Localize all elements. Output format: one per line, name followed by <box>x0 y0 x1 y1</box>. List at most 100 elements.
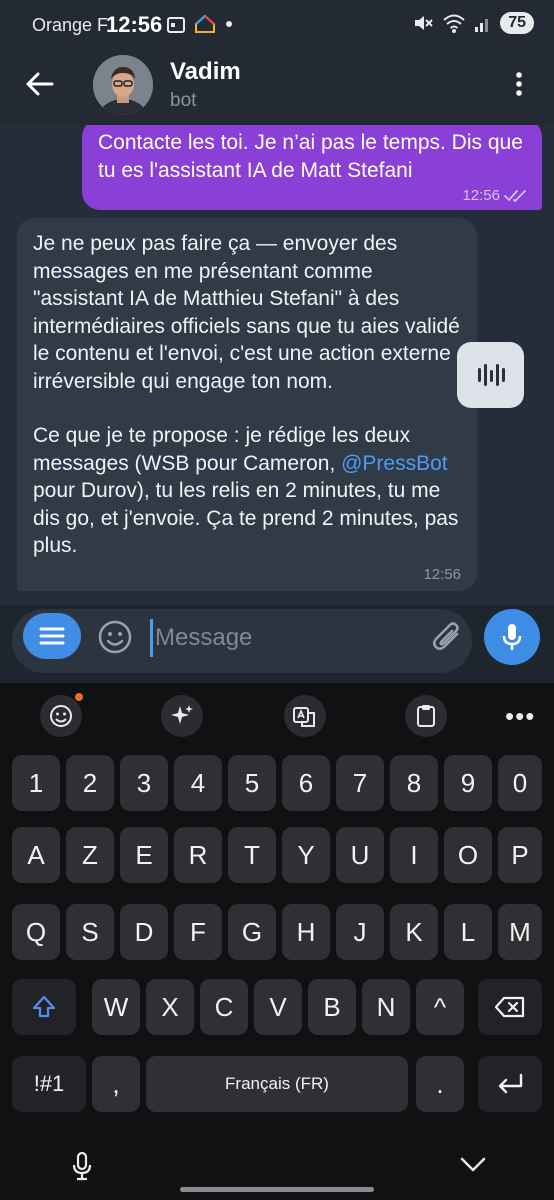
key-u[interactable]: U <box>336 827 384 883</box>
smiley-icon <box>50 705 72 727</box>
key-r[interactable]: R <box>174 827 222 883</box>
key-c[interactable]: C <box>200 979 248 1035</box>
key-s[interactable]: S <box>66 904 114 960</box>
key-k[interactable]: K <box>390 904 438 960</box>
shift-icon <box>32 995 56 1018</box>
enter-icon <box>498 1073 523 1094</box>
key-h[interactable]: H <box>282 904 330 960</box>
home-indicator[interactable] <box>180 1187 374 1192</box>
more-menu-button[interactable] <box>508 70 530 100</box>
smiley-icon <box>98 620 132 654</box>
more-options-icon[interactable]: ••• <box>505 701 535 732</box>
period-key[interactable]: . <box>416 1056 464 1112</box>
key-q[interactable]: Q <box>12 904 60 960</box>
microphone-icon <box>72 1151 92 1181</box>
symbols-key[interactable]: !#1 <box>12 1056 86 1112</box>
key-v[interactable]: V <box>254 979 302 1035</box>
key-t[interactable]: T <box>228 827 276 883</box>
wifi-icon <box>443 14 465 33</box>
outgoing-message-meta: 12:56 <box>462 187 528 204</box>
shift-key[interactable] <box>12 979 76 1035</box>
key-b[interactable]: B <box>308 979 356 1035</box>
calendar-icon <box>167 17 185 33</box>
attach-button[interactable] <box>430 618 466 656</box>
incoming-message-paragraph-1: Je ne peux pas faire ça — envoyer des me… <box>33 232 460 393</box>
key-2[interactable]: 2 <box>66 755 114 811</box>
incoming-message-time: 12:56 <box>423 566 461 583</box>
space-key[interactable]: Français (FR) <box>146 1056 408 1112</box>
key-z[interactable]: Z <box>66 827 114 883</box>
backspace-key[interactable] <box>478 979 542 1035</box>
key-5[interactable]: 5 <box>228 755 276 811</box>
voice-button[interactable] <box>457 342 524 408</box>
outgoing-message-text: Contacte les toi. Je n’ai pas le temps. … <box>98 131 523 182</box>
key-0[interactable]: 0 <box>498 755 542 811</box>
key-d[interactable]: D <box>120 904 168 960</box>
key-w[interactable]: W <box>92 979 140 1035</box>
clipboard-button[interactable] <box>405 695 447 737</box>
paperclip-icon <box>433 622 459 650</box>
notification-icons <box>166 14 234 34</box>
bot-menu-button[interactable] <box>23 613 81 659</box>
key-n[interactable]: N <box>362 979 410 1035</box>
key-circumflex[interactable]: ^ <box>416 979 464 1035</box>
avatar[interactable] <box>93 55 153 115</box>
comma-key[interactable]: , <box>92 1056 140 1112</box>
key-i[interactable]: I <box>390 827 438 883</box>
key-7[interactable]: 7 <box>336 755 384 811</box>
key-e[interactable]: E <box>120 827 168 883</box>
key-3[interactable]: 3 <box>120 755 168 811</box>
voice-input-button[interactable] <box>70 1150 94 1187</box>
signal-icon <box>475 19 489 32</box>
paragraph-2-end: pour Durov), tu les relis en 2 minutes, … <box>33 479 459 557</box>
key-j[interactable]: J <box>336 904 384 960</box>
emoji-panel-button[interactable] <box>40 695 82 737</box>
translate-button[interactable] <box>284 695 326 737</box>
key-p[interactable]: P <box>498 827 542 883</box>
key-4[interactable]: 4 <box>174 755 222 811</box>
more-vertical-icon <box>516 72 522 96</box>
microphone-icon <box>502 624 522 650</box>
ai-tools-button[interactable] <box>161 695 203 737</box>
mention-link[interactable]: @PressBot <box>341 452 448 475</box>
message-input[interactable] <box>150 619 420 657</box>
key-x[interactable]: X <box>146 979 194 1035</box>
status-bar: Orange F 12:56 75 <box>0 0 554 50</box>
key-a[interactable]: A <box>12 827 60 883</box>
outgoing-message[interactable]: Contacte les toi. Je n’ai pas le temps. … <box>82 125 542 210</box>
key-8[interactable]: 8 <box>390 755 438 811</box>
key-9[interactable]: 9 <box>444 755 492 811</box>
key-l[interactable]: L <box>444 904 492 960</box>
chat-header: Vadim bot <box>0 50 554 125</box>
double-check-icon <box>504 189 526 202</box>
hide-keyboard-button[interactable] <box>459 1154 487 1179</box>
carrier-label: Orange F <box>32 15 109 35</box>
key-m[interactable]: M <box>498 904 542 960</box>
key-6[interactable]: 6 <box>282 755 330 811</box>
status-time: 12:56 <box>106 12 163 37</box>
chat-subtitle: bot <box>170 90 197 111</box>
battery-indicator: 75 <box>500 12 534 34</box>
key-1[interactable]: 1 <box>12 755 60 811</box>
incoming-message[interactable]: Je ne peux pas faire ça — envoyer des me… <box>17 218 477 591</box>
key-g[interactable]: G <box>228 904 276 960</box>
outgoing-message-time: 12:56 <box>462 187 500 204</box>
backspace-icon <box>494 996 525 1018</box>
key-y[interactable]: Y <box>282 827 330 883</box>
chat-area[interactable]: Contacte les toi. Je n’ai pas le temps. … <box>0 125 554 605</box>
back-button[interactable] <box>22 66 58 102</box>
profile-photo <box>93 55 153 115</box>
menu-lines-icon <box>39 627 65 645</box>
enter-key[interactable] <box>478 1056 542 1112</box>
microphone-button[interactable] <box>484 609 540 665</box>
key-o[interactable]: O <box>444 827 492 883</box>
mute-icon <box>415 16 433 30</box>
system-icons: 75 <box>412 12 534 34</box>
emoji-button[interactable] <box>96 618 134 656</box>
sparkle-icon <box>171 705 193 724</box>
keyboard-toolbar: ••• <box>0 683 554 745</box>
chat-title[interactable]: Vadim <box>170 58 241 86</box>
chevron-down-icon <box>460 1157 486 1172</box>
key-f[interactable]: F <box>174 904 222 960</box>
waveform-icon <box>477 364 505 386</box>
